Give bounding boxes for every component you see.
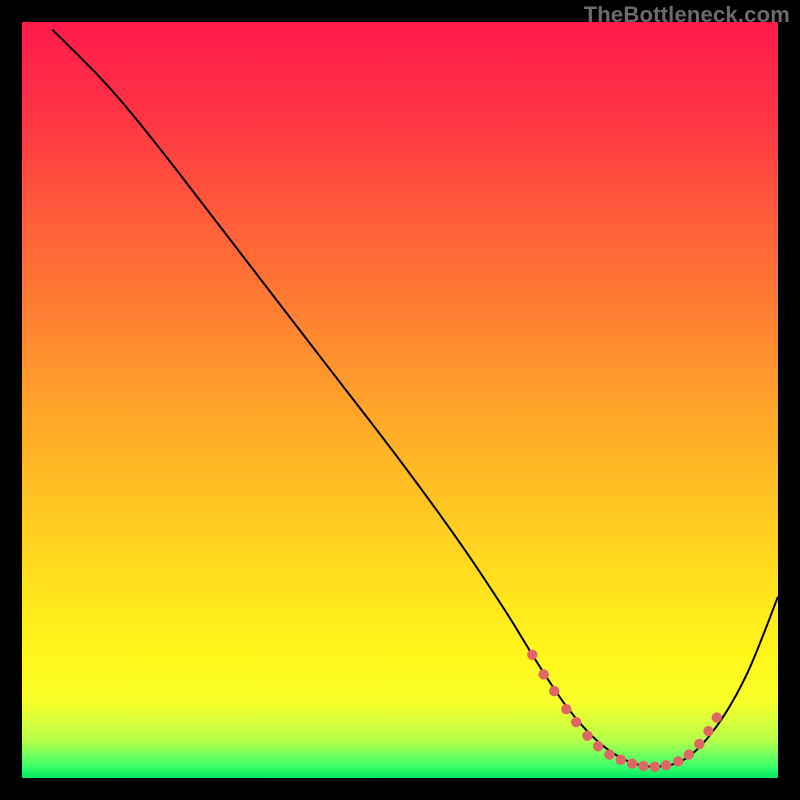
optimal-marker [712, 712, 722, 722]
optimal-marker [571, 717, 581, 727]
watermark-text: TheBottleneck.com [584, 2, 790, 28]
optimal-marker [650, 761, 660, 771]
optimal-marker [527, 650, 537, 660]
optimal-marker [638, 761, 648, 771]
optimal-marker [627, 758, 637, 768]
optimal-marker [661, 760, 671, 770]
optimal-marker [549, 686, 559, 696]
chart-frame: TheBottleneck.com [0, 0, 800, 800]
bottleneck-chart [0, 0, 800, 800]
optimal-marker [593, 741, 603, 751]
optimal-marker [616, 755, 626, 765]
plot-background [22, 22, 778, 778]
optimal-marker [684, 749, 694, 759]
optimal-marker [673, 756, 683, 766]
optimal-marker [582, 730, 592, 740]
optimal-marker [694, 739, 704, 749]
optimal-marker [561, 704, 571, 714]
optimal-marker [538, 669, 548, 679]
optimal-marker [604, 749, 614, 759]
optimal-marker [703, 726, 713, 736]
